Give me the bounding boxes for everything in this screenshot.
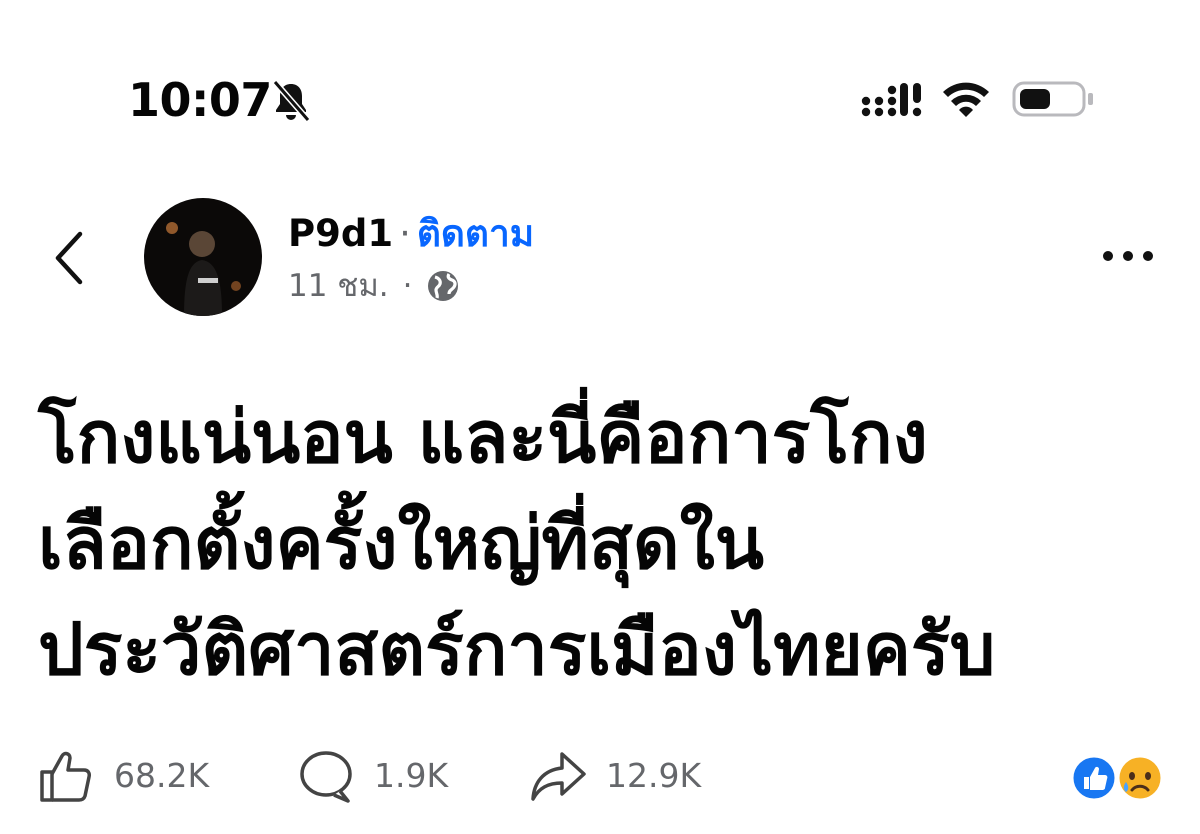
avatar[interactable] [144, 198, 262, 316]
like-button[interactable]: 68.2K [36, 746, 209, 806]
more-options-icon[interactable] [1096, 236, 1160, 276]
meta-separator: · [402, 268, 413, 304]
author-name[interactable]: P9d1 [288, 212, 393, 255]
comment-button[interactable]: 1.9K [296, 746, 448, 806]
share-button[interactable]: 12.9K [528, 746, 701, 806]
avatar-image [144, 198, 262, 316]
thumbs-up-icon [40, 751, 91, 802]
like-count: 68.2K [114, 756, 210, 795]
follow-button[interactable]: ติดตาม [417, 212, 534, 255]
status-time: 10:07 [128, 73, 272, 127]
share-count: 12.9K [606, 756, 702, 795]
post-text-line: โกงแน่นอน และนี่คือการโกง [38, 395, 928, 479]
reaction-summary[interactable] [1070, 752, 1170, 806]
comment-count: 1.9K [374, 756, 449, 795]
post-meta: 11 ชม. · [288, 264, 461, 308]
back-button[interactable] [44, 222, 96, 294]
like-icon [1070, 754, 1118, 802]
post-text-line: ประวัติศาสตร์การเมืองไทยครับ [38, 607, 996, 691]
share-arrow-icon [531, 752, 586, 801]
bell-slash-icon [272, 80, 311, 122]
separator-dot: · [399, 212, 411, 255]
post-text-line: เลือกตั้งครั้งใหญ่ที่สุดใน [38, 501, 764, 585]
signal-icon [861, 83, 922, 117]
globe-icon [427, 271, 458, 301]
wifi-icon [943, 82, 989, 117]
sad-icon [1116, 754, 1164, 802]
author-line: P9d1 · ติดตาม [288, 210, 534, 258]
comment-icon [300, 751, 352, 803]
post-text: โกงแน่นอน และนี่คือการโกง เลือกตั้งครั้ง… [38, 384, 1178, 702]
post-timestamp[interactable]: 11 ชม. [288, 264, 389, 308]
battery-icon [1012, 81, 1093, 117]
